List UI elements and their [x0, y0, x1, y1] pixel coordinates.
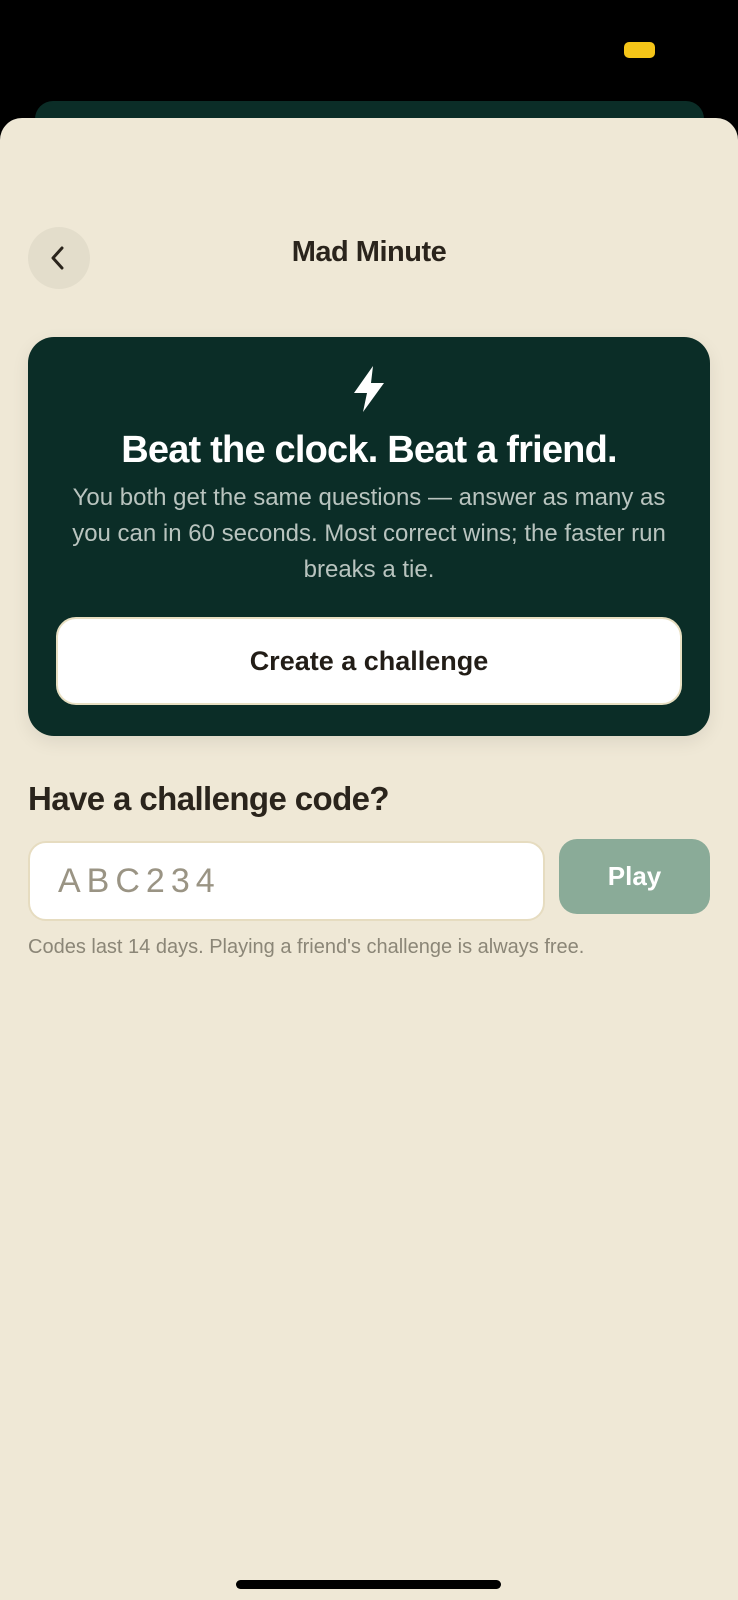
- challenge-code-input[interactable]: [28, 841, 545, 921]
- challenge-code-heading: Have a challenge code?: [28, 780, 390, 817]
- code-hint-text: Codes last 14 days. Playing a friend's c…: [28, 936, 585, 958]
- status-indicator: [624, 42, 655, 58]
- lightning-bolt-icon: [354, 366, 384, 412]
- play-button[interactable]: Play: [559, 839, 710, 914]
- create-challenge-button[interactable]: Create a challenge: [56, 617, 682, 705]
- hero-description: You both get the same questions — answer…: [72, 484, 666, 583]
- page-title: Mad Minute: [291, 236, 447, 268]
- hero-title: Beat the clock. Beat a friend.: [121, 429, 617, 471]
- hero-card: Beat the clock. Beat a friend. You both …: [28, 337, 710, 736]
- home-indicator: [236, 1580, 501, 1589]
- modal-sheet: Mad Minute Beat the clock. Beat a friend…: [0, 118, 738, 1600]
